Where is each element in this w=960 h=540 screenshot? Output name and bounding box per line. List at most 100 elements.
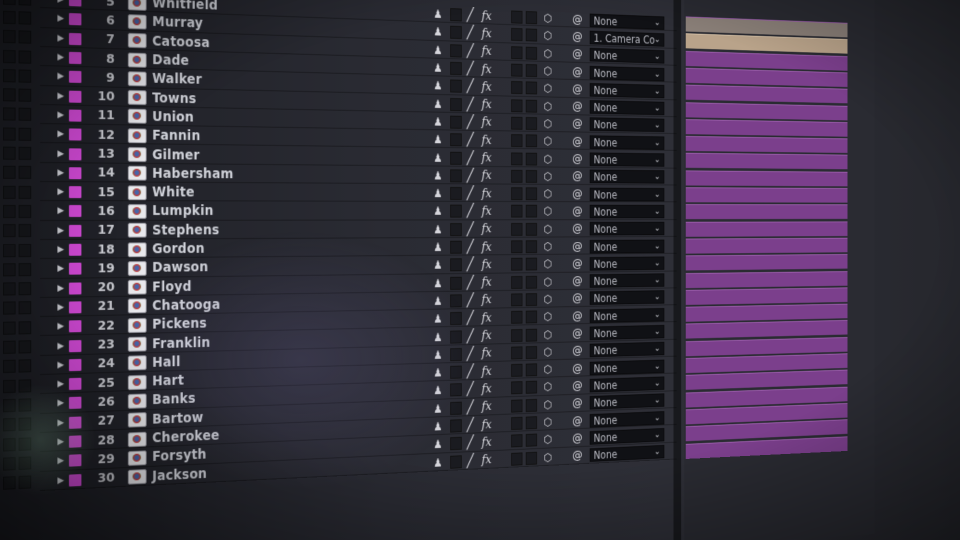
- puppet-pin-icon[interactable]: ♟: [433, 133, 442, 146]
- puppet-pin-icon[interactable]: ♟: [433, 26, 442, 39]
- puppet-pin-icon[interactable]: ♟: [433, 151, 442, 164]
- switch-box[interactable]: [511, 452, 522, 465]
- audio-toggle[interactable]: [19, 147, 32, 160]
- layer-duration-bar[interactable]: [686, 287, 848, 305]
- switch-box[interactable]: [511, 187, 522, 200]
- parent-dropdown[interactable]: None ⌄: [590, 205, 665, 219]
- parent-dropdown[interactable]: None ⌄: [590, 187, 665, 201]
- switch-box[interactable]: [526, 223, 537, 236]
- 3d-cube-icon[interactable]: ⬡: [543, 451, 551, 464]
- fx-icon[interactable]: fx: [482, 80, 492, 94]
- switch-box[interactable]: [526, 46, 537, 59]
- 3d-cube-icon[interactable]: ⬡: [543, 275, 551, 288]
- twirl-arrow-icon[interactable]: ▶: [57, 245, 64, 255]
- switch-box[interactable]: [526, 188, 537, 201]
- switch-box[interactable]: [511, 64, 522, 77]
- puppet-pin-icon[interactable]: ♟: [433, 61, 442, 74]
- video-visibility-toggle[interactable]: [3, 399, 16, 413]
- switch-box[interactable]: [511, 134, 522, 147]
- label-color-swatch[interactable]: [69, 320, 81, 332]
- switch-box[interactable]: [526, 170, 537, 183]
- spiral-icon[interactable]: @: [572, 449, 582, 463]
- switch-box[interactable]: [511, 205, 522, 218]
- label-color-swatch[interactable]: [69, 340, 81, 352]
- fx-icon[interactable]: fx: [482, 62, 492, 76]
- switch-box[interactable]: [526, 451, 537, 464]
- parent-dropdown[interactable]: None ⌄: [590, 308, 665, 323]
- audio-toggle[interactable]: [19, 50, 32, 63]
- puppet-pin-icon[interactable]: ♟: [433, 43, 442, 56]
- 3d-cube-icon[interactable]: ⬡: [543, 205, 551, 218]
- switch-box[interactable]: [526, 135, 537, 148]
- 3d-cube-icon[interactable]: ⬡: [543, 12, 551, 25]
- audio-toggle[interactable]: [19, 166, 32, 179]
- parent-dropdown[interactable]: None ⌄: [590, 48, 665, 64]
- switch-box[interactable]: [511, 346, 522, 359]
- layer-row[interactable]: ▶ 16 Lumpkin ♟ ╱ fx ⬡ @ None ⌄: [40, 202, 796, 220]
- twirl-arrow-icon[interactable]: ▶: [57, 456, 64, 466]
- 3d-cube-icon[interactable]: ⬡: [543, 82, 551, 95]
- spiral-icon[interactable]: @: [572, 100, 582, 114]
- switch-box[interactable]: [511, 117, 522, 130]
- spiral-icon[interactable]: @: [572, 257, 582, 271]
- audio-toggle[interactable]: [19, 360, 32, 373]
- video-visibility-toggle[interactable]: [3, 282, 16, 295]
- label-color-swatch[interactable]: [69, 129, 81, 141]
- spiral-icon[interactable]: @: [572, 309, 582, 323]
- audio-toggle[interactable]: [19, 398, 32, 411]
- layer-row[interactable]: ▶ 15 White ♟ ╱ fx ⬡ @ None ⌄: [40, 183, 796, 203]
- twirl-arrow-icon[interactable]: ▶: [57, 399, 64, 409]
- switch-box[interactable]: [526, 240, 537, 253]
- spiral-icon[interactable]: @: [572, 135, 582, 149]
- slash-quality-icon[interactable]: ╱: [467, 133, 474, 148]
- 3d-cube-icon[interactable]: ⬡: [543, 223, 551, 236]
- audio-toggle[interactable]: [19, 69, 32, 82]
- switch-box[interactable]: [511, 329, 522, 342]
- video-visibility-toggle[interactable]: [3, 244, 16, 257]
- layer-name[interactable]: Walker: [152, 71, 202, 88]
- video-visibility-toggle[interactable]: [3, 205, 16, 218]
- switch-box[interactable]: [511, 293, 522, 306]
- slash-quality-icon[interactable]: ╱: [467, 204, 474, 219]
- twirl-arrow-icon[interactable]: ▶: [57, 360, 64, 370]
- slash-quality-icon[interactable]: ╱: [467, 418, 474, 433]
- switch-box[interactable]: [450, 169, 462, 182]
- audio-toggle[interactable]: [19, 11, 32, 24]
- spiral-icon[interactable]: @: [572, 13, 582, 27]
- switch-box[interactable]: [450, 80, 462, 93]
- spiral-icon[interactable]: @: [572, 48, 582, 62]
- fx-icon[interactable]: fx: [482, 151, 492, 165]
- audio-toggle[interactable]: [19, 263, 32, 276]
- video-visibility-toggle[interactable]: [3, 321, 16, 334]
- video-visibility-toggle[interactable]: [3, 418, 16, 432]
- spiral-icon[interactable]: @: [572, 379, 582, 393]
- puppet-pin-icon[interactable]: ♟: [433, 420, 442, 433]
- slash-quality-icon[interactable]: ╱: [467, 79, 474, 94]
- 3d-cube-icon[interactable]: ⬡: [543, 135, 551, 148]
- fx-icon[interactable]: fx: [482, 258, 492, 272]
- layer-name[interactable]: Dade: [152, 52, 189, 69]
- switch-box[interactable]: [450, 8, 462, 21]
- label-color-swatch[interactable]: [69, 90, 81, 102]
- fx-icon[interactable]: fx: [482, 418, 492, 432]
- video-visibility-toggle[interactable]: [3, 341, 16, 354]
- layer-duration-bar[interactable]: [686, 170, 848, 186]
- twirl-arrow-icon[interactable]: ▶: [57, 110, 64, 120]
- twirl-arrow-icon[interactable]: ▶: [57, 33, 64, 43]
- fx-icon[interactable]: fx: [482, 116, 492, 130]
- audio-toggle[interactable]: [19, 418, 32, 432]
- video-visibility-toggle[interactable]: [3, 457, 16, 471]
- parent-dropdown[interactable]: None ⌄: [590, 445, 665, 462]
- spiral-icon[interactable]: @: [572, 170, 582, 184]
- video-visibility-toggle[interactable]: [3, 379, 16, 392]
- switch-box[interactable]: [450, 437, 462, 450]
- audio-toggle[interactable]: [19, 456, 32, 470]
- switch-box[interactable]: [526, 117, 537, 130]
- label-color-swatch[interactable]: [69, 0, 81, 7]
- fx-icon[interactable]: fx: [482, 134, 492, 148]
- switch-box[interactable]: [450, 205, 462, 218]
- parent-dropdown[interactable]: None ⌄: [590, 153, 665, 167]
- puppet-pin-icon[interactable]: ♟: [433, 97, 442, 110]
- spiral-icon[interactable]: @: [572, 292, 582, 306]
- switch-box[interactable]: [526, 99, 537, 112]
